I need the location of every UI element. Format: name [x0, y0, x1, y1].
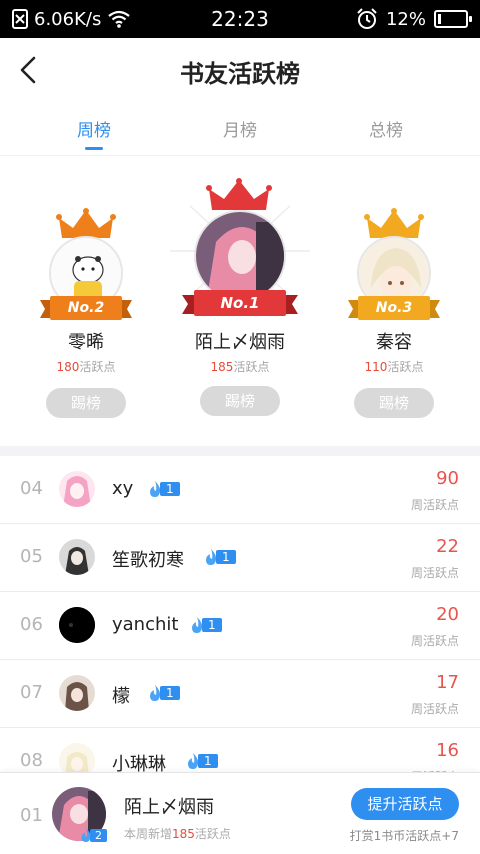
kick-button[interactable]: 踢榜 — [46, 388, 126, 418]
my-weekly-gain: 本周新增185活跃点 — [124, 827, 231, 841]
tab-indicator — [85, 147, 103, 150]
rank-number: 04 — [20, 478, 43, 499]
status-bar: 6.06K/s 22:23 12% — [0, 0, 480, 38]
winner-name: 陌上〆烟雨 — [195, 332, 285, 353]
score-label: 周活跃点 — [410, 566, 459, 580]
level-badge: 1 — [202, 548, 236, 566]
tab-total[interactable]: 总榜 — [336, 116, 436, 141]
status-right: 12% — [356, 6, 472, 32]
user-name: 檬 — [112, 686, 130, 707]
battery-icon — [434, 10, 472, 28]
kick-button[interactable]: 踢榜 — [200, 386, 280, 416]
avatar — [59, 471, 95, 507]
user-name: yanchit — [112, 614, 179, 635]
my-rank-bar: 01 2 陌上〆烟雨 本周新增185活跃点 提升活跃点 打赏1书币活跃点+7 — [0, 772, 480, 854]
score: 17 — [436, 672, 459, 693]
tab-monthly[interactable]: 月榜 — [190, 116, 290, 141]
avatar — [194, 210, 286, 302]
alarm-icon — [357, 8, 377, 29]
avatar — [59, 539, 95, 575]
winner-points: 185活跃点 — [210, 360, 270, 374]
rank-badge: No.1 — [220, 294, 260, 312]
list-item[interactable]: 06 yanchit 1 20 周活跃点 — [0, 592, 480, 660]
crown-icon — [206, 178, 272, 210]
period-tabs: 周榜 月榜 总榜 — [0, 104, 480, 156]
screen: 6.06K/s 22:23 12% 书友活跃榜 周榜 月榜 总榜 No.2 零晞… — [0, 0, 480, 854]
my-rank-number: 01 — [20, 805, 43, 826]
my-name: 陌上〆烟雨 — [124, 797, 214, 818]
score-label: 周活跃点 — [410, 498, 459, 512]
score: 20 — [436, 604, 459, 625]
level-badge: 2 — [78, 827, 107, 843]
score: 22 — [436, 536, 459, 557]
score-label: 周活跃点 — [410, 702, 459, 716]
list-item[interactable]: 04 xy 1 90 周活跃点 — [0, 456, 480, 524]
level-badge: 1 — [146, 684, 180, 702]
page-title: 书友活跃榜 — [180, 59, 300, 88]
avatar — [59, 675, 95, 711]
rank-number: 06 — [20, 614, 43, 635]
app-header: 书友活跃榜 — [0, 38, 480, 104]
section-divider — [0, 446, 480, 456]
list-item[interactable]: 05 笙歌初寒 1 22 周活跃点 — [0, 524, 480, 592]
winner-name: 零晞 — [68, 332, 104, 353]
rank-number: 05 — [20, 546, 43, 567]
score: 16 — [436, 740, 459, 761]
winner-points: 180活跃点 — [56, 360, 116, 374]
user-name: xy — [112, 478, 134, 499]
top-three-podium: No.2 零晞 180活跃点 踢榜 No.1 陌上〆烟雨 185活跃点 踢榜 N… — [0, 156, 480, 446]
kick-button[interactable]: 踢榜 — [354, 388, 434, 418]
rank-badge: No.2 — [67, 300, 105, 316]
avatar — [59, 607, 95, 643]
rank-number: 07 — [20, 682, 43, 703]
rank-number: 08 — [20, 750, 43, 771]
level-badge: 1 — [146, 480, 180, 498]
score: 90 — [436, 468, 459, 489]
winner-points: 110活跃点 — [364, 360, 424, 374]
score-label: 周活跃点 — [410, 634, 459, 648]
level-badge: 1 — [184, 752, 218, 770]
reward-tip: 打赏1书币活跃点+7 — [349, 829, 459, 843]
rank-badge: No.3 — [375, 300, 413, 316]
boost-activity-button[interactable]: 提升活跃点 — [351, 788, 459, 820]
user-name: 笙歌初寒 — [112, 550, 184, 571]
winner-name: 秦容 — [376, 332, 412, 353]
tab-weekly[interactable]: 周榜 — [44, 116, 144, 141]
list-item[interactable]: 07 檬 1 17 周活跃点 — [0, 660, 480, 728]
level-badge: 1 — [188, 616, 222, 634]
battery-percent: 12% — [385, 8, 426, 30]
